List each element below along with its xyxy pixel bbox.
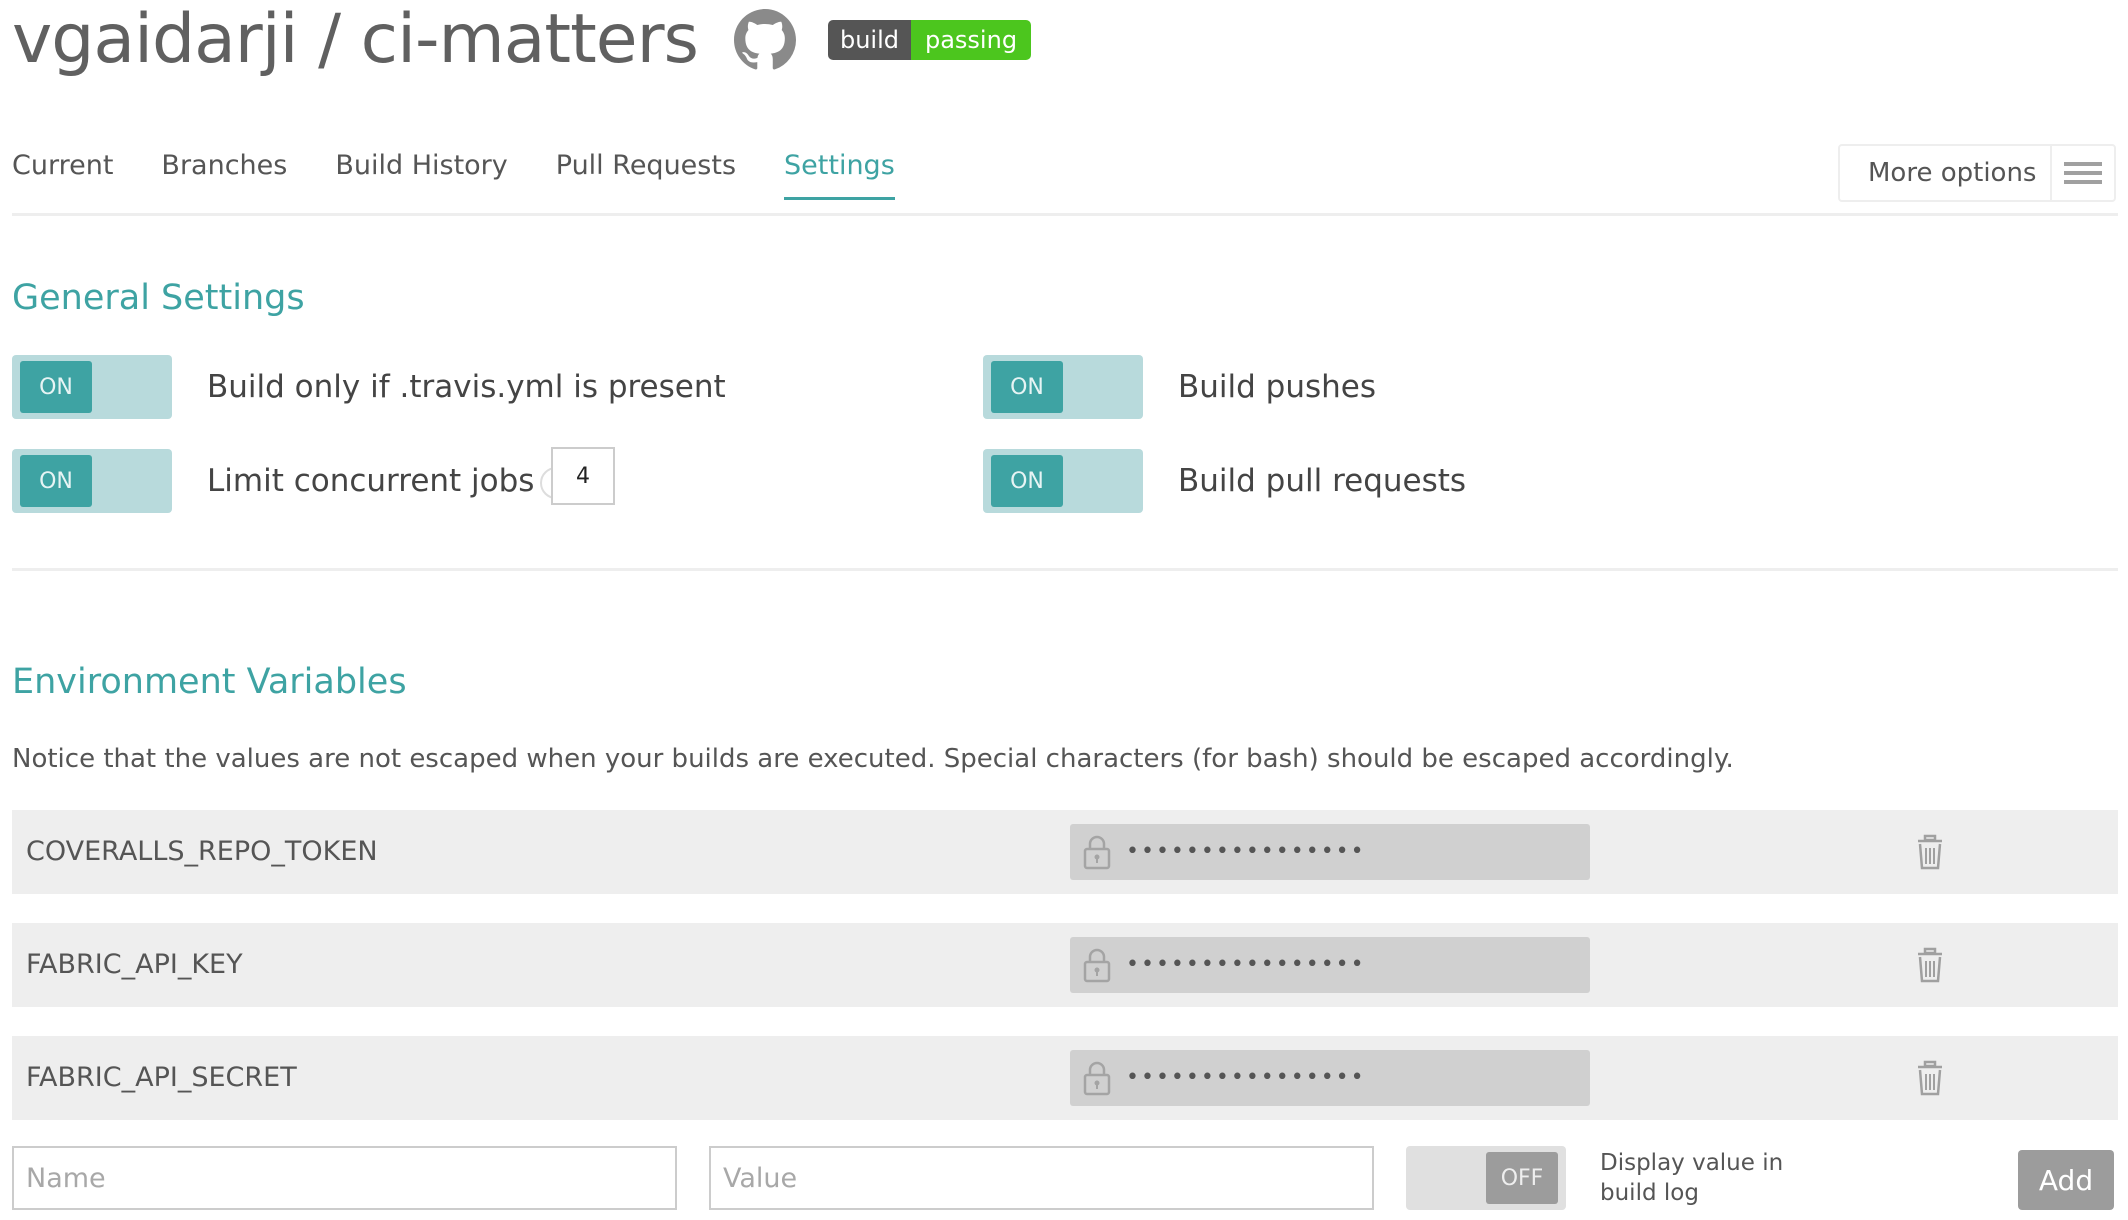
toggle-build-only-travis-yml[interactable]: ON <box>12 355 172 419</box>
repo-header: vgaidarji / ci-matters build passing <box>12 0 1032 80</box>
toggle-state: ON <box>991 455 1063 507</box>
toggle-display-value[interactable]: OFF <box>1406 1146 1566 1210</box>
hamburger-menu-icon <box>2050 146 2114 200</box>
repo-tabs: Current Branches Build History Pull Requ… <box>12 150 943 200</box>
masked-value: •••••••••••••••• <box>1126 952 1366 977</box>
display-value-label: Display value in build log <box>1600 1150 1784 1206</box>
env-var-name: COVERALLS_REPO_TOKEN <box>26 836 378 867</box>
env-vars-heading: Environment Variables <box>12 662 407 702</box>
tab-build-history[interactable]: Build History <box>335 150 507 200</box>
env-var-value: •••••••••••••••• <box>1070 1050 1590 1106</box>
setting-label-build-only-travis-yml: Build only if .travis.yml is present <box>207 369 726 405</box>
tab-current[interactable]: Current <box>12 150 113 200</box>
lock-icon <box>1083 948 1111 983</box>
env-var-row: COVERALLS_REPO_TOKEN •••••••••••••••• <box>12 810 2118 894</box>
trash-icon[interactable] <box>1916 947 1944 983</box>
badge-label: build <box>827 20 911 60</box>
toggle-state: OFF <box>1486 1152 1558 1204</box>
add-button[interactable]: Add <box>2018 1150 2114 1210</box>
env-var-name: FABRIC_API_KEY <box>26 949 243 980</box>
toggle-state: ON <box>991 361 1063 413</box>
lock-icon <box>1083 1061 1111 1096</box>
toggle-state: ON <box>20 455 92 507</box>
env-var-value: •••••••••••••••• <box>1070 824 1590 880</box>
env-vars-notice: Notice that the values are not escaped w… <box>12 744 1734 774</box>
badge-status: passing <box>910 20 1032 60</box>
more-options-label: More options <box>1868 158 2037 188</box>
toggle-limit-concurrent-jobs[interactable]: ON <box>12 449 172 513</box>
masked-value: •••••••••••••••• <box>1126 839 1366 864</box>
tab-pull-requests[interactable]: Pull Requests <box>556 150 736 200</box>
env-var-name: FABRIC_API_SECRET <box>26 1062 297 1093</box>
section-divider <box>12 568 2118 571</box>
setting-label-build-pull-requests: Build pull requests <box>1178 463 1467 499</box>
toggle-build-pull-requests[interactable]: ON <box>983 449 1143 513</box>
env-value-input[interactable] <box>709 1146 1374 1210</box>
build-status-badge[interactable]: build passing <box>827 20 1032 60</box>
trash-icon[interactable] <box>1916 834 1944 870</box>
general-settings-heading: General Settings <box>12 278 305 318</box>
page: vgaidarji / ci-matters build passing Cur… <box>0 0 2128 1220</box>
limit-concurrent-jobs-text: Limit concurrent jobs <box>207 463 535 499</box>
toggle-state: ON <box>20 361 92 413</box>
lock-icon <box>1083 835 1111 870</box>
env-var-value: •••••••••••••••• <box>1070 937 1590 993</box>
github-icon[interactable] <box>733 9 796 71</box>
concurrent-jobs-input[interactable] <box>551 447 615 505</box>
tabs-divider <box>12 213 2118 216</box>
env-name-input[interactable] <box>12 1146 677 1210</box>
tab-branches[interactable]: Branches <box>161 150 287 200</box>
trash-icon[interactable] <box>1916 1060 1944 1096</box>
setting-label-limit-concurrent-jobs: Limit concurrent jobs? <box>207 461 573 501</box>
masked-value: •••••••••••••••• <box>1126 1065 1366 1090</box>
repo-title[interactable]: vgaidarji / ci-matters <box>12 0 699 80</box>
env-var-row: FABRIC_API_KEY •••••••••••••••• <box>12 923 2118 1007</box>
setting-label-build-pushes: Build pushes <box>1178 369 1377 405</box>
env-var-row: FABRIC_API_SECRET •••••••••••••••• <box>12 1036 2118 1120</box>
tab-settings[interactable]: Settings <box>784 150 895 200</box>
toggle-build-pushes[interactable]: ON <box>983 355 1143 419</box>
more-options-button[interactable]: More options <box>1838 144 2116 202</box>
